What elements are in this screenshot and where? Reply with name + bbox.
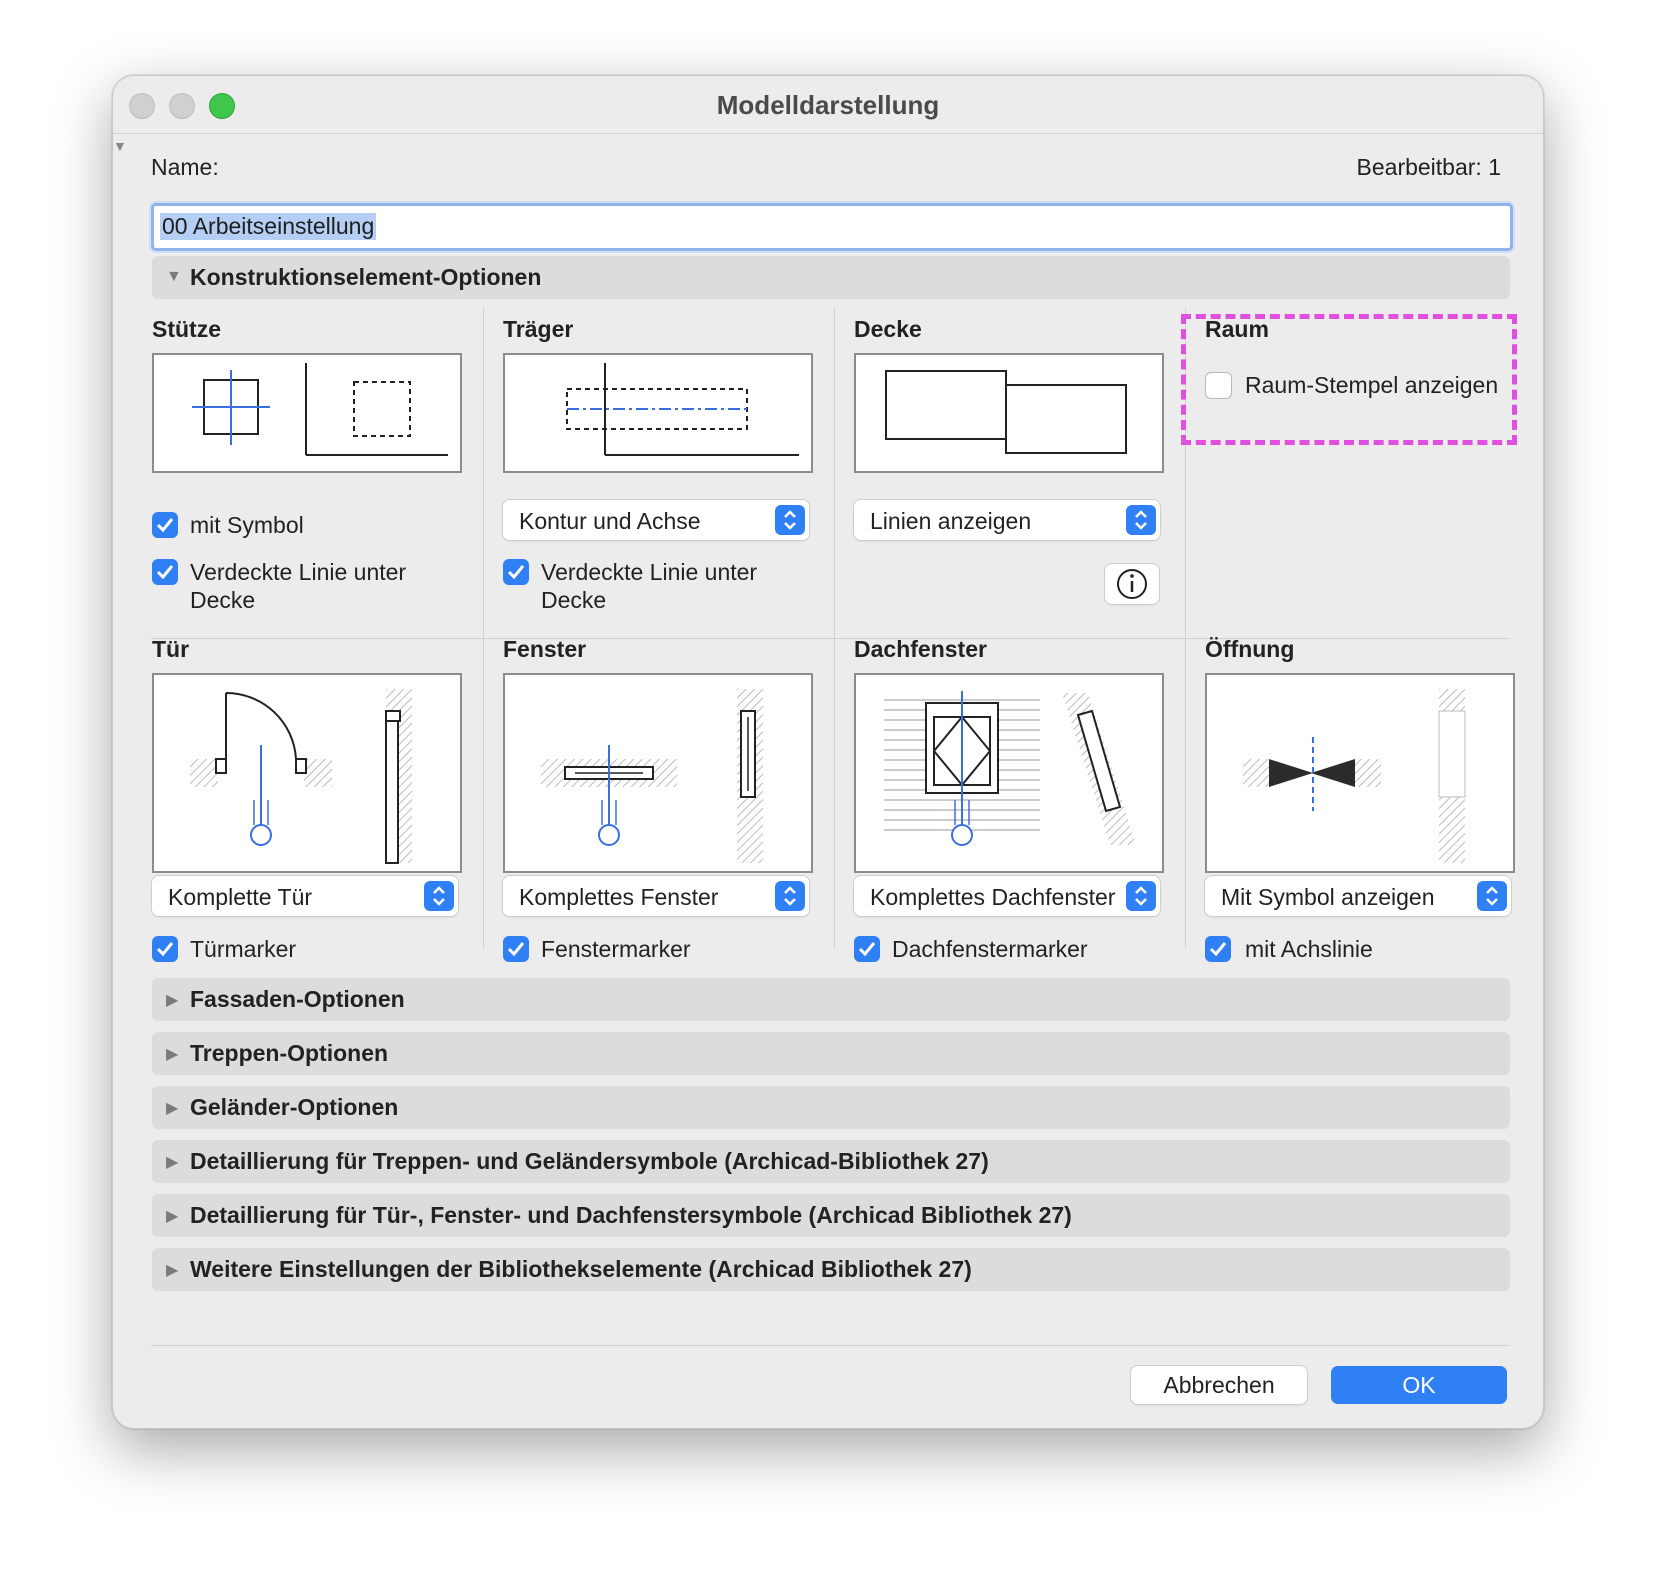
disclosure-closed-icon: ▶ [166,1208,179,1225]
window-title: Modelldarstellung [716,90,940,120]
stuetze-hidden-line-label: Verdeckte Linie unter [190,559,407,585]
decke-display-select[interactable]: Linien anzeigen [854,500,1160,540]
disclosure-closed-icon: ▶ [166,1100,179,1117]
updown-chevron-icon [775,881,805,911]
section-library-settings[interactable]: ▶ Weitere Einstellungen der Bibliothekse… [152,1248,1510,1291]
stuetze-preview [152,353,462,473]
traeger-preview [503,353,813,473]
oeffnung-display-select[interactable]: Mit Symbol anzeigen [1205,876,1511,916]
section-construction-options[interactable]: ▼ Konstruktionselement-Optionen [152,256,1510,299]
column-divider [834,308,835,948]
dachfenster-display-value: Komplettes Dachfenster [870,884,1116,910]
fenster-display-value: Komplettes Fenster [519,884,719,910]
disclosure-grip-icon: ▼ [113,138,127,154]
updown-chevron-icon [775,505,805,535]
dachfenstermarker-checkbox[interactable] [854,936,880,962]
achslinie-label: mit Achslinie [1245,936,1373,962]
traeger-title: Träger [503,316,574,342]
tuer-display-value: Komplette Tür [168,884,313,910]
footer-divider [151,1345,1509,1346]
stuetze-hidden-line-label-2: Decke [190,587,256,613]
section-construction-label: Konstruktionselement-Optionen [190,264,542,290]
section-gelaender-options[interactable]: ▶ Geländer-Optionen [152,1086,1510,1129]
oeffnung-display-value: Mit Symbol anzeigen [1221,884,1435,910]
dachfenstermarker-label: Dachfenstermarker [892,936,1088,962]
traeger-hidden-line-label: Verdeckte Linie unter [541,559,758,585]
section-label: Fassaden-Optionen [190,986,405,1012]
oeffnung-title: Öffnung [1205,636,1295,662]
updown-chevron-icon [1126,881,1156,911]
cancel-button[interactable]: Abbrechen [1131,1366,1307,1404]
disclosure-open-icon: ▼ [166,268,182,285]
tuermarker-label: Türmarker [190,936,297,962]
section-label: Geländer-Optionen [190,1094,399,1120]
editable-count: Bearbeitbar: 1 [1356,154,1501,180]
ok-button[interactable]: OK [1331,1366,1507,1404]
column-divider [483,308,484,948]
section-label: Weitere Einstellungen der Bibliotheksele… [190,1256,972,1282]
decke-preview [854,353,1164,473]
fenstermarker-checkbox[interactable] [503,936,529,962]
section-treppen-options[interactable]: ▶ Treppen-Optionen [152,1032,1510,1075]
traeger-hidden-line-label-2: Decke [541,587,607,613]
section-fassaden-options[interactable]: ▶ Fassaden-Optionen [152,978,1510,1021]
stuetze-title: Stütze [152,316,221,342]
section-stair-railing-detail[interactable]: ▶ Detaillierung für Treppen- und Gelände… [152,1140,1510,1183]
tuer-display-select[interactable]: Komplette Tür [152,876,458,916]
dachfenster-title: Dachfenster [854,636,987,662]
fenster-preview [503,673,813,873]
dialog-window: Modelldarstellung ▼ Name: Bearbeitbar: 1… [112,75,1544,1429]
disclosure-closed-icon: ▶ [166,1262,179,1279]
section-label: Treppen-Optionen [190,1040,389,1066]
oeffnung-preview [1205,673,1515,873]
traeger-hidden-line-checkbox[interactable] [503,559,529,585]
name-label: Name: [151,154,219,180]
updown-chevron-icon [1126,505,1156,535]
stuetze-hidden-line-checkbox[interactable] [152,559,178,585]
traeger-display-select[interactable]: Kontur und Achse [503,500,809,540]
disclosure-closed-icon: ▶ [166,1046,179,1063]
updown-chevron-icon [1477,881,1507,911]
mit-symbol-checkbox[interactable] [152,512,178,538]
achslinie-checkbox[interactable] [1205,936,1231,962]
mit-symbol-label: mit Symbol [190,512,304,538]
dachfenster-preview [854,673,1164,873]
section-label: Detaillierung für Tür-, Fenster- und Dac… [190,1202,1072,1228]
fenster-title: Fenster [503,636,587,662]
fenstermarker-label: Fenstermarker [541,936,691,962]
name-input-value: 00 Arbeitseinstellung [160,213,377,240]
section-label: Detaillierung für Treppen- und Geländers… [190,1148,989,1174]
tuer-preview [152,673,462,873]
annotation-highlight [1181,314,1517,445]
info-icon [1117,569,1147,599]
disclosure-closed-icon: ▶ [166,992,179,1009]
row-divider [151,638,1509,639]
tuer-title: Tür [152,636,190,662]
title-bar: Modelldarstellung [113,76,1543,134]
disclosure-closed-icon: ▶ [166,1154,179,1171]
tuermarker-checkbox[interactable] [152,936,178,962]
fenster-display-select[interactable]: Komplettes Fenster [503,876,809,916]
info-button[interactable] [1105,564,1159,604]
decke-title: Decke [854,316,922,342]
section-door-window-detail[interactable]: ▶ Detaillierung für Tür-, Fenster- und D… [152,1194,1510,1237]
dachfenster-display-select[interactable]: Komplettes Dachfenster [854,876,1160,916]
updown-chevron-icon [424,881,454,911]
name-input[interactable]: 00 Arbeitseinstellung [151,203,1513,251]
decke-display-value: Linien anzeigen [870,508,1032,534]
traeger-display-value: Kontur und Achse [519,508,701,534]
